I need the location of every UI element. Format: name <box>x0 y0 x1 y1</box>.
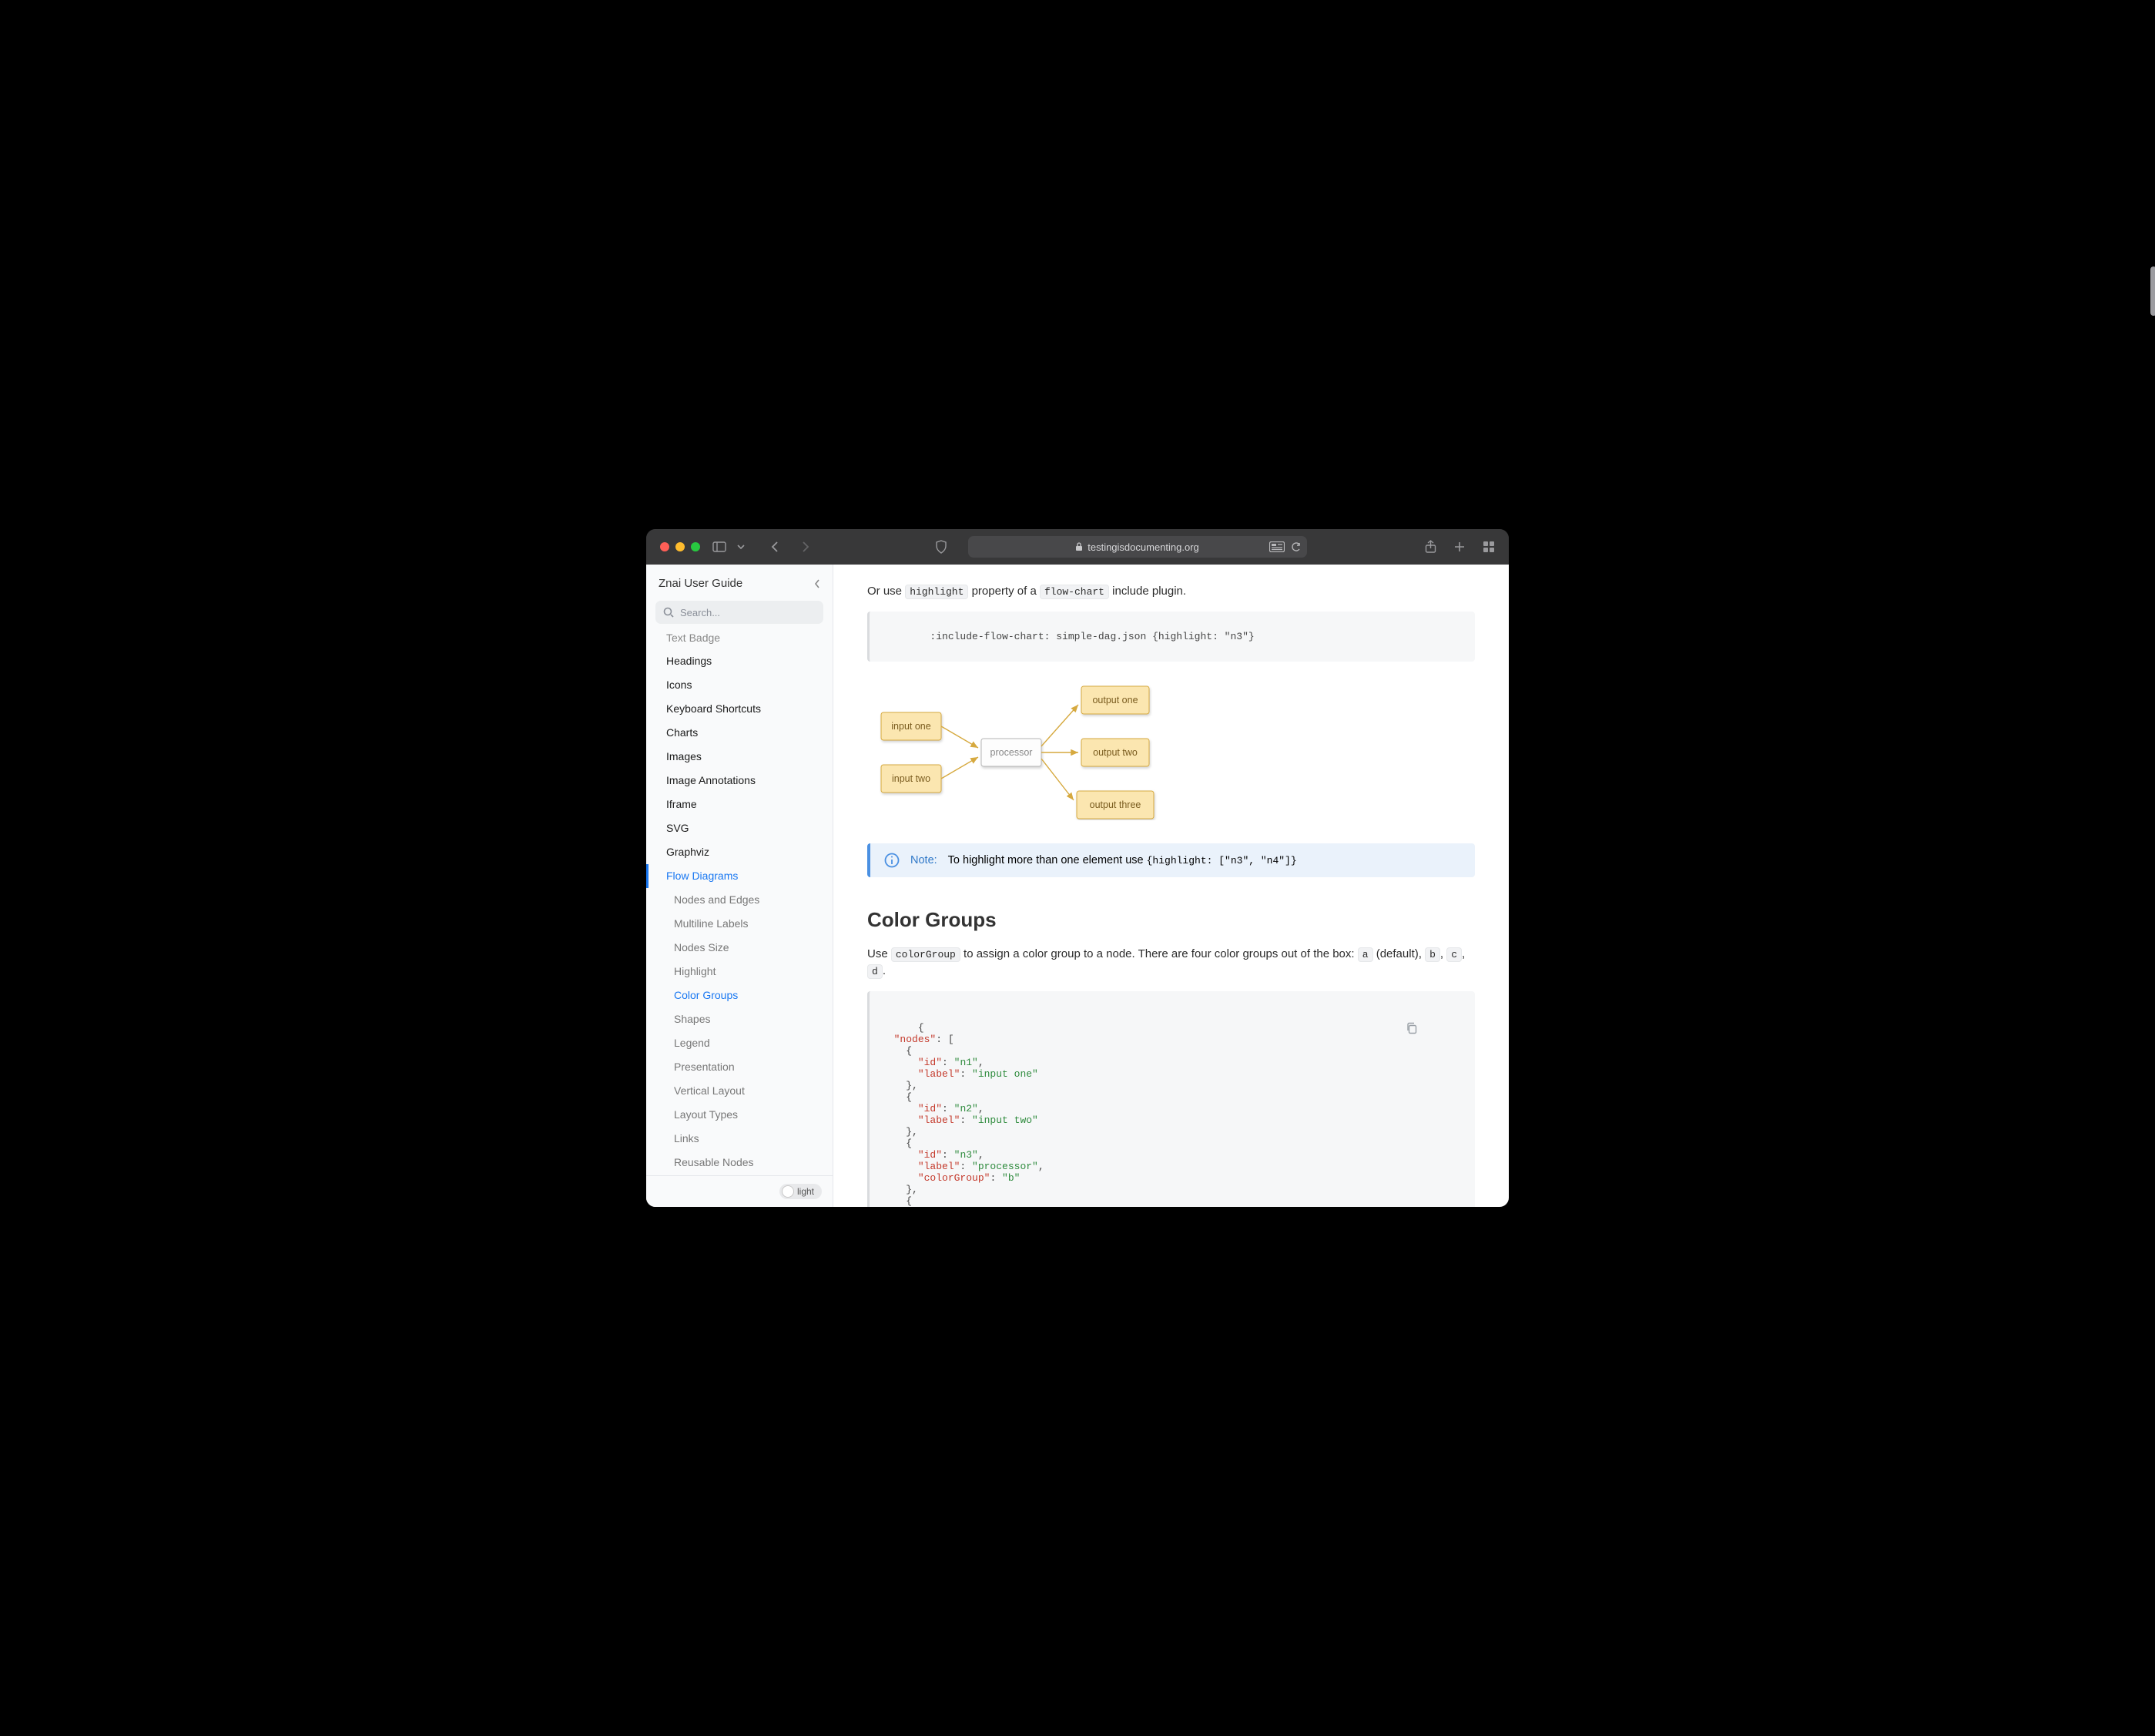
search-placeholder: Search... <box>680 607 720 618</box>
titlebar: testingisdocumenting.org <box>646 529 1509 565</box>
note-callout: Note: To highlight more than one element… <box>867 843 1475 877</box>
sidebar-item-flow-diagrams[interactable]: Flow Diagrams <box>646 864 833 888</box>
window-controls <box>660 542 700 551</box>
toggle-knob <box>782 1185 794 1198</box>
sidebar-item-multiline-labels[interactable]: Multiline Labels <box>646 912 833 936</box>
sidebar-item-image-annotations[interactable]: Image Annotations <box>646 769 833 793</box>
sidebar-item-vertical-layout[interactable]: Vertical Layout <box>646 1079 833 1103</box>
lock-icon <box>1075 542 1083 551</box>
share-icon[interactable] <box>1425 540 1436 554</box>
sidebar-nav: Text BadgeHeadingsIconsKeyboard Shortcut… <box>646 632 833 1175</box>
theme-label: light <box>797 1186 814 1197</box>
note-code: {highlight: ["n3", "n4"]} <box>1147 855 1297 866</box>
sidebar-item-headings[interactable]: Headings <box>646 649 833 673</box>
main-content: Or use highlight property of a flow-char… <box>833 565 1509 1207</box>
sidebar-item-keyboard-shortcuts[interactable]: Keyboard Shortcuts <box>646 697 833 721</box>
svg-text:output two: output two <box>1093 747 1138 758</box>
svg-text:output one: output one <box>1092 695 1138 705</box>
reader-icon[interactable] <box>1269 541 1285 552</box>
svg-text:input two: input two <box>892 773 930 784</box>
sidebar-item-color-groups[interactable]: Color Groups <box>646 984 833 1007</box>
inline-code-colorgroup: colorGroup <box>891 947 960 962</box>
json-code-block: { "nodes": [ { "id": "n1", "label": "inp… <box>867 991 1475 1208</box>
new-tab-icon[interactable] <box>1453 541 1466 553</box>
svg-text:input one: input one <box>891 721 930 732</box>
flow-diagram: input one input two processor output one… <box>875 682 1475 820</box>
forward-button[interactable] <box>797 538 814 555</box>
minimize-window-button[interactable] <box>675 542 685 551</box>
tabs-icon[interactable] <box>1483 541 1495 553</box>
sidebar-item-charts[interactable]: Charts <box>646 721 833 745</box>
search-icon <box>663 607 674 618</box>
url-bar[interactable]: testingisdocumenting.org <box>968 536 1307 558</box>
back-button[interactable] <box>766 538 783 555</box>
sidebar-item-shapes[interactable]: Shapes <box>646 1007 833 1031</box>
maximize-window-button[interactable] <box>691 542 700 551</box>
shield-icon[interactable] <box>933 538 950 555</box>
sidebar-item-nodes-and-edges[interactable]: Nodes and Edges <box>646 888 833 912</box>
sidebar-item-nodes-size[interactable]: Nodes Size <box>646 936 833 960</box>
chevron-down-icon[interactable] <box>732 538 749 555</box>
search-input[interactable]: Search... <box>655 601 823 624</box>
reload-icon[interactable] <box>1291 541 1301 552</box>
sidebar-item-highlight[interactable]: Highlight <box>646 960 833 984</box>
include-snippet-text: :include-flow-chart: simple-dag.json {hi… <box>930 631 1254 642</box>
url-text: testingisdocumenting.org <box>1088 541 1199 553</box>
sidebar-item-graphviz[interactable]: Graphviz <box>646 840 833 864</box>
include-snippet-block: :include-flow-chart: simple-dag.json {hi… <box>867 612 1475 662</box>
sidebar-title: Znai User Guide <box>659 577 742 590</box>
sidebar-item-images[interactable]: Images <box>646 745 833 769</box>
info-icon <box>884 853 900 868</box>
nav-arrows <box>766 538 814 555</box>
theme-toggle[interactable]: light <box>779 1184 822 1199</box>
intro-paragraph: Or use highlight property of a flow-char… <box>867 583 1475 601</box>
close-window-button[interactable] <box>660 542 669 551</box>
sidebar-item-svg[interactable]: SVG <box>646 816 833 840</box>
sidebar-item-reusable-nodes[interactable]: Reusable Nodes <box>646 1151 833 1175</box>
note-label: Note: <box>910 854 937 866</box>
sidebar-item-links[interactable]: Links <box>646 1127 833 1151</box>
inline-code-highlight: highlight <box>905 585 968 599</box>
svg-text:output three: output three <box>1090 799 1141 810</box>
sidebar-item-text-badge[interactable]: Text Badge <box>646 632 833 649</box>
copy-button[interactable] <box>1406 999 1466 1057</box>
svg-text:processor: processor <box>990 747 1033 758</box>
section-heading-color-groups: Color Groups <box>867 908 1475 932</box>
color-groups-paragraph: Use colorGroup to assign a color group t… <box>867 946 1475 980</box>
inline-code-flowchart: flow-chart <box>1040 585 1109 599</box>
note-text: To highlight more than one element use {… <box>948 854 1297 866</box>
sidebar-item-layout-types[interactable]: Layout Types <box>646 1103 833 1127</box>
sidebar-item-presentation[interactable]: Presentation <box>646 1055 833 1079</box>
browser-window: testingisdocumenting.org <box>646 529 1509 1207</box>
sidebar: Znai User Guide Search... Text BadgeHead… <box>646 565 833 1207</box>
sidebar-toggle-group <box>711 538 749 555</box>
sidebar-icon[interactable] <box>711 538 728 555</box>
sidebar-item-icons[interactable]: Icons <box>646 673 833 697</box>
collapse-sidebar-button[interactable] <box>814 578 820 589</box>
sidebar-item-legend[interactable]: Legend <box>646 1031 833 1055</box>
sidebar-item-iframe[interactable]: Iframe <box>646 793 833 816</box>
